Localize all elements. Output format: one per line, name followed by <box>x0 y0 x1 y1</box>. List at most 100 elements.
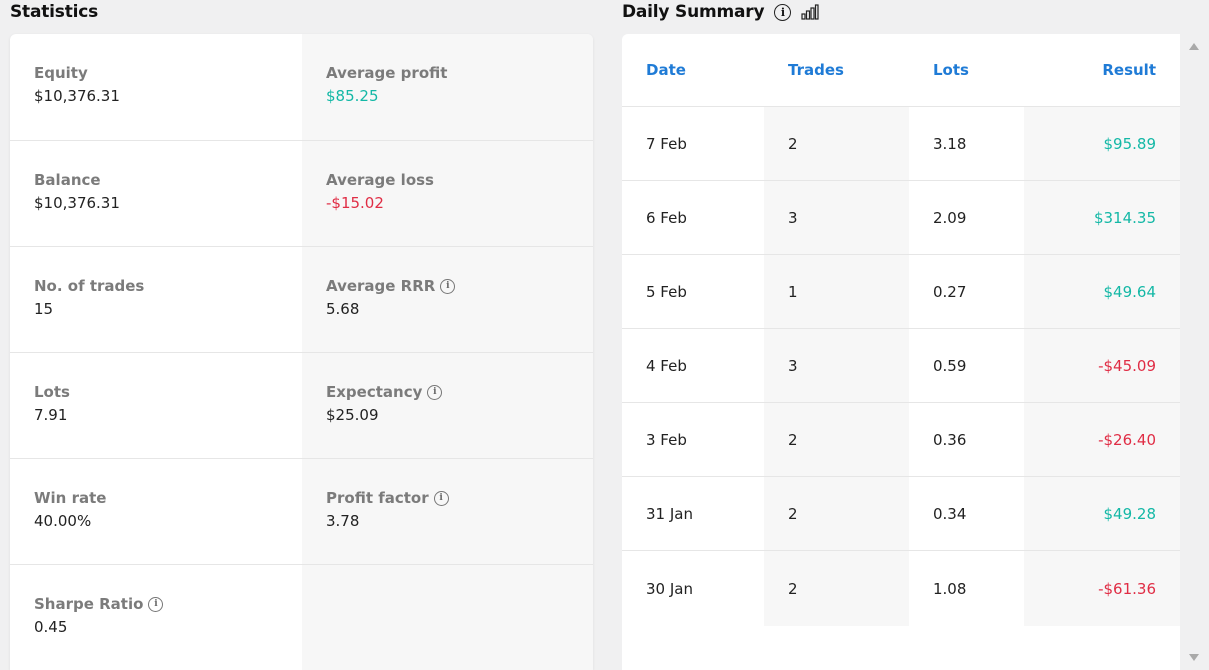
cell-trades: 2 <box>764 477 909 550</box>
stat-value: $85.25 <box>326 87 379 105</box>
stat-cell: Sharpe Ratio i 0.45 <box>10 565 302 670</box>
statistics-card: Equity $10,376.31 Average profit $85.25 Bala… <box>10 34 593 670</box>
stat-row: Lots 7.91 Expectancy i $25.09 <box>10 353 593 459</box>
info-icon[interactable]: i <box>774 3 792 21</box>
stat-label: Average RRR i <box>326 277 593 295</box>
cell-result: $49.28 <box>1024 477 1180 550</box>
stat-cell: Average profit $85.25 <box>302 34 593 140</box>
stat-label: Equity <box>34 64 302 82</box>
info-icon[interactable]: i <box>433 490 449 506</box>
header-date[interactable]: Date <box>622 61 764 79</box>
daily-summary-table: Date Trades Lots Result 7 Feb 2 3.18 $95.89… <box>622 34 1180 670</box>
stat-row: Sharpe Ratio i 0.45 <box>10 565 593 670</box>
stat-label-text: Sharpe Ratio <box>34 595 144 613</box>
stat-value: 0.45 <box>34 618 68 636</box>
table-header-row: Date Trades Lots Result <box>622 34 1180 107</box>
cell-date: 7 Feb <box>646 134 687 153</box>
table-row: 7 Feb 2 3.18 $95.89 <box>622 107 1180 181</box>
stat-label-text: Win rate <box>34 489 107 507</box>
stat-value: 7.91 <box>34 406 68 424</box>
stat-value: 15 <box>34 300 54 318</box>
stat-value: 3.78 <box>326 512 360 530</box>
stat-cell: No. of trades 15 <box>10 247 302 352</box>
stat-label: Average loss <box>326 171 593 189</box>
cell-result: -$26.40 <box>1024 403 1180 476</box>
cell-trades: 3 <box>764 181 909 254</box>
stat-row: Equity $10,376.31 Average profit $85.25 <box>10 34 593 141</box>
cell-lots: 0.27 <box>933 282 967 301</box>
stat-cell: Lots 7.91 <box>10 353 302 458</box>
scrollbar[interactable] <box>1180 34 1209 670</box>
stat-value: $10,376.31 <box>34 87 120 105</box>
cell-date: 31 Jan <box>646 504 693 523</box>
table-row: 4 Feb 3 0.59 -$45.09 <box>622 329 1180 403</box>
table-body: 7 Feb 2 3.18 $95.89 6 Feb 3 2.09 $314.35 5 Feb 1 0… <box>622 107 1180 626</box>
cell-lots: 3.18 <box>933 134 967 153</box>
cell-lots: 0.34 <box>933 504 967 523</box>
cell-date: 5 Feb <box>646 282 687 301</box>
stat-label-text: Average loss <box>326 171 434 189</box>
cell-lots: 1.08 <box>933 579 967 598</box>
table-row: 5 Feb 1 0.27 $49.64 <box>622 255 1180 329</box>
statistics-title: Statistics <box>10 2 98 22</box>
statistics-title-text: Statistics <box>10 2 99 22</box>
daily-summary-title: Daily Summary i <box>622 2 819 22</box>
stat-value: $10,376.31 <box>34 194 120 212</box>
cell-date: 4 Feb <box>646 356 687 375</box>
stat-label-text: Average profit <box>326 64 448 82</box>
scroll-up-arrow-icon[interactable] <box>1189 43 1199 50</box>
cell-trades: 2 <box>764 107 909 180</box>
stat-value: 5.68 <box>326 300 360 318</box>
stat-value: -$15.02 <box>326 194 384 212</box>
stat-label: Profit factor i <box>326 489 593 507</box>
stat-label: Win rate <box>34 489 302 507</box>
stat-label-text: Average RRR <box>326 277 436 295</box>
stat-label-text: Expectancy <box>326 383 423 401</box>
scroll-down-arrow-icon[interactable] <box>1189 654 1199 661</box>
cell-date: 30 Jan <box>646 579 693 598</box>
cell-lots: 0.36 <box>933 430 967 449</box>
table-row: 6 Feb 3 2.09 $314.35 <box>622 181 1180 255</box>
stat-label: Lots <box>34 383 302 401</box>
info-icon[interactable]: i <box>427 384 443 400</box>
info-icon[interactable]: i <box>440 278 456 294</box>
bar-chart-icon[interactable] <box>801 4 819 20</box>
stat-cell: Average RRR i 5.68 <box>302 247 593 352</box>
stat-row: Balance $10,376.31 Average loss -$15.02 <box>10 141 593 247</box>
header-lots[interactable]: Lots <box>909 61 1024 79</box>
stat-cell: Profit factor i 3.78 <box>302 459 593 564</box>
stat-value: $25.09 <box>326 406 379 424</box>
cell-date: 6 Feb <box>646 208 687 227</box>
stat-cell <box>302 565 593 670</box>
stat-label: Expectancy i <box>326 383 593 401</box>
stat-label-text: Equity <box>34 64 88 82</box>
table-row: 31 Jan 2 0.34 $49.28 <box>622 477 1180 551</box>
header-result[interactable]: Result <box>1024 61 1180 79</box>
stat-label-text: Balance <box>34 171 101 189</box>
table-row: 3 Feb 2 0.36 -$26.40 <box>622 403 1180 477</box>
stat-row: Win rate 40.00% Profit factor i 3.78 <box>10 459 593 565</box>
info-icon[interactable]: i <box>148 596 164 612</box>
table-row: 30 Jan 2 1.08 -$61.36 <box>622 551 1180 626</box>
cell-result: $49.64 <box>1024 255 1180 328</box>
cell-trades: 1 <box>764 255 909 328</box>
cell-result: $314.35 <box>1024 181 1180 254</box>
stat-label: No. of trades <box>34 277 302 295</box>
cell-result: -$45.09 <box>1024 329 1180 402</box>
stat-cell: Win rate 40.00% <box>10 459 302 564</box>
cell-lots: 2.09 <box>933 208 967 227</box>
stat-row: No. of trades 15 Average RRR i 5.68 <box>10 247 593 353</box>
stat-cell: Average loss -$15.02 <box>302 141 593 246</box>
cell-result: $95.89 <box>1024 107 1180 180</box>
stat-label-text: No. of trades <box>34 277 145 295</box>
stat-label: Sharpe Ratio i <box>34 595 302 613</box>
stat-value: 40.00% <box>34 512 92 530</box>
cell-trades: 3 <box>764 329 909 402</box>
stat-cell: Expectancy i $25.09 <box>302 353 593 458</box>
stat-label: Balance <box>34 171 302 189</box>
stat-label: Average profit <box>326 64 593 82</box>
cell-result: -$61.36 <box>1024 551 1180 626</box>
stat-cell: Equity $10,376.31 <box>10 34 302 140</box>
header-trades[interactable]: Trades <box>764 61 909 79</box>
cell-trades: 2 <box>764 551 909 626</box>
